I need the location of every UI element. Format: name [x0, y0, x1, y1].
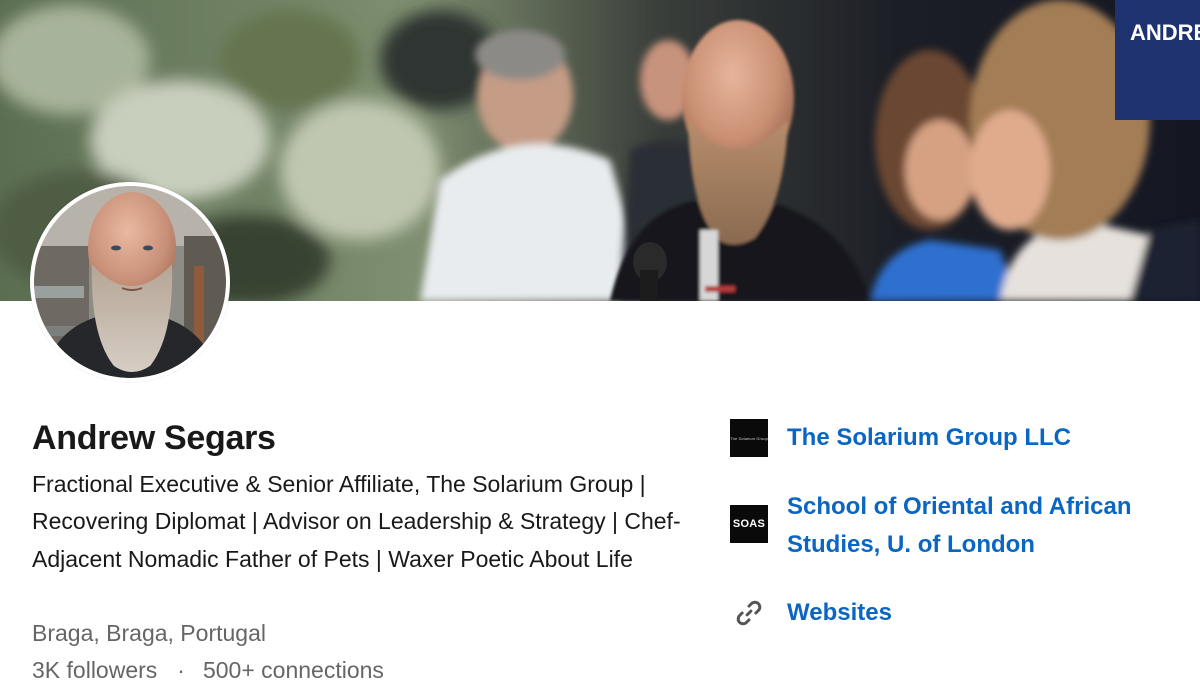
current-company[interactable]: The Solarium Group The Solarium Group LL… [730, 419, 1071, 457]
connections-count[interactable]: 500+ connections [203, 657, 384, 683]
solarium-logo: The Solarium Group [730, 419, 768, 457]
education-school[interactable]: SOAS School of Oriental and African Stud… [730, 488, 1157, 564]
chain-link-icon [736, 600, 762, 626]
profile-page: ANDREW SE [0, 0, 1200, 694]
link-icon [730, 594, 768, 632]
soas-logo: SOAS [730, 505, 768, 543]
websites-link[interactable]: Websites [787, 594, 892, 632]
profile-headline: Fractional Executive & Senior Affiliate,… [32, 471, 681, 572]
school-link[interactable]: School of Oriental and African Studies, … [787, 488, 1157, 564]
profile-stats: 3K followers · 500+ connections [32, 654, 384, 686]
stats-separator: · [177, 657, 185, 683]
websites-item[interactable]: Websites [730, 594, 892, 632]
followers-count[interactable]: 3K followers [32, 657, 157, 683]
profile-name: Andrew Segars [32, 419, 276, 457]
profile-location: Braga, Braga, Portugal [32, 620, 266, 646]
avatar-photo [34, 186, 226, 378]
profile-avatar[interactable] [30, 182, 230, 382]
banner-backdrop-text: ANDREW SE [1130, 20, 1200, 45]
solarium-logo-text: The Solarium Group [730, 435, 768, 441]
company-link[interactable]: The Solarium Group LLC [787, 419, 1071, 457]
soas-logo-text: SOAS [732, 518, 766, 530]
